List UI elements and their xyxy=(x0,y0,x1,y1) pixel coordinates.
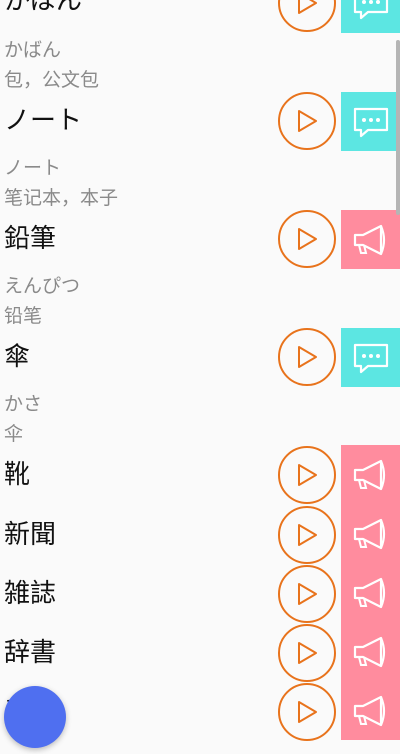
play-triangle-icon xyxy=(298,583,317,605)
reading-text: かばん xyxy=(4,39,62,61)
announce-button[interactable] xyxy=(341,504,400,563)
message-button[interactable] xyxy=(341,328,400,387)
megaphone-icon xyxy=(353,636,385,667)
word-text: ノート xyxy=(4,106,83,136)
list-item[interactable]: かばん かばん 包，公文包 xyxy=(0,0,400,102)
play-triangle-icon xyxy=(298,464,317,486)
word-text: 雑誌 xyxy=(4,579,57,609)
announce-button[interactable] xyxy=(341,622,400,681)
message-button[interactable] xyxy=(341,92,400,151)
play-triangle-icon xyxy=(298,642,317,664)
word-text: 辞書 xyxy=(4,638,57,668)
chat-bubble-icon xyxy=(353,0,388,19)
play-button[interactable] xyxy=(278,92,336,150)
megaphone-icon xyxy=(353,224,385,255)
play-triangle-icon xyxy=(298,346,317,368)
list-item[interactable]: 鉛筆 えんぴつ 铅笔 xyxy=(0,210,400,340)
play-button[interactable] xyxy=(278,683,336,741)
reading-text: ノート xyxy=(4,157,62,179)
word-text: 新聞 xyxy=(4,520,57,550)
play-button[interactable] xyxy=(278,565,336,623)
word-text: かばん xyxy=(4,0,83,16)
chat-bubble-icon xyxy=(353,343,388,373)
play-triangle-icon xyxy=(298,524,317,546)
play-triangle-icon xyxy=(298,228,317,250)
word-text: 鉛筆 xyxy=(4,224,57,254)
list-item[interactable]: 辞書 xyxy=(0,622,400,695)
play-button[interactable] xyxy=(278,624,336,682)
play-triangle-icon xyxy=(298,110,317,132)
play-button[interactable] xyxy=(278,446,336,504)
play-triangle-icon xyxy=(298,0,317,14)
meaning-text: 铅笔 xyxy=(4,305,43,327)
word-text: 靴 xyxy=(4,460,31,490)
word-text: 傘 xyxy=(4,342,31,372)
scrollbar[interactable] xyxy=(396,40,400,215)
floating-action-button[interactable] xyxy=(4,686,66,748)
meaning-text: 伞 xyxy=(4,423,24,445)
reading-text: えんぴつ xyxy=(4,275,81,297)
meaning-text: 包，公文包 xyxy=(4,69,100,91)
list-item[interactable]: 靴 xyxy=(0,445,400,517)
list-item[interactable]: 傘 かさ 伞 xyxy=(0,328,400,458)
announce-button[interactable] xyxy=(341,563,400,622)
list-item[interactable]: 新聞 xyxy=(0,504,400,577)
meaning-text: 笔记本，本子 xyxy=(4,187,119,209)
megaphone-icon xyxy=(353,577,385,608)
message-button[interactable] xyxy=(341,0,400,33)
announce-button[interactable] xyxy=(341,210,400,269)
play-button[interactable] xyxy=(278,210,336,268)
list-item[interactable]: 雑誌 xyxy=(0,563,400,636)
megaphone-icon xyxy=(353,459,385,490)
megaphone-icon xyxy=(353,518,385,549)
play-triangle-icon xyxy=(298,701,317,723)
chat-bubble-icon xyxy=(353,107,388,137)
list-item[interactable]: ノート ノート 笔记本，本子 xyxy=(0,92,400,222)
announce-button[interactable] xyxy=(341,445,400,504)
play-button[interactable] xyxy=(278,328,336,386)
play-button[interactable] xyxy=(278,506,336,564)
play-button[interactable] xyxy=(278,0,336,32)
reading-text: かさ xyxy=(4,393,43,415)
